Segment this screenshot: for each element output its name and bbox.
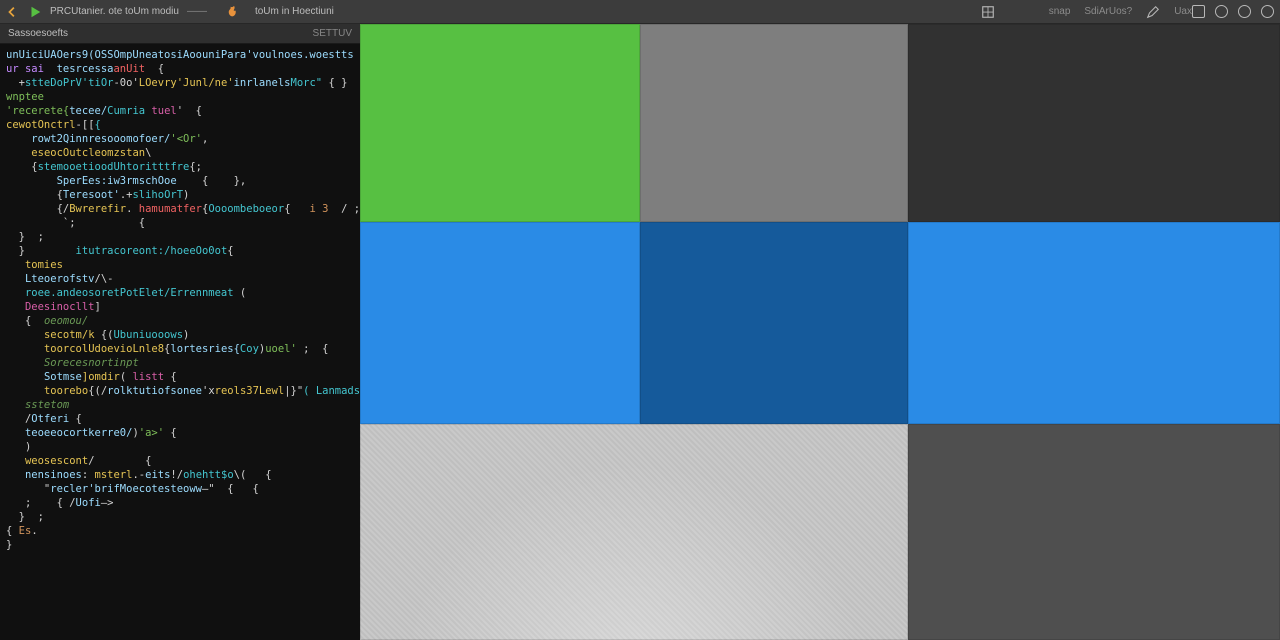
viewport-mid-left[interactable] (360, 222, 640, 424)
editor-tab-bar: Sassoesoefts SETTUV (0, 24, 360, 44)
back-arrow-icon[interactable] (6, 5, 20, 19)
code-editor-pane: Sassoesoefts SETTUV unUiciUAOers9(OSSOmp… (0, 24, 360, 640)
viewport-grid (360, 24, 1280, 640)
pencil-icon[interactable] (1146, 5, 1160, 19)
viewport-top-left[interactable] (360, 24, 640, 222)
viewport-bottom-left[interactable] (360, 424, 908, 640)
ring2-icon[interactable] (1238, 5, 1251, 18)
viewport-top-right[interactable] (908, 24, 1280, 222)
ring3-icon[interactable] (1261, 5, 1274, 18)
layout-dropdown-icon[interactable] (981, 5, 995, 19)
code-editor-body[interactable]: unUiciUAOers9(OSSOmpUneatosiAoouniPara'v… (0, 44, 360, 640)
project-title: PRCUtanier. ote toUm modiu (50, 6, 179, 17)
ring1-icon[interactable] (1215, 5, 1228, 18)
breadcrumb[interactable]: toUm in Hoectiuni (255, 6, 334, 17)
flame-icon[interactable] (227, 5, 241, 19)
snap-label[interactable]: snap (1049, 6, 1071, 17)
viewport-mid-center[interactable] (640, 222, 908, 424)
viewport-top-center[interactable] (640, 24, 908, 222)
editor-tab[interactable]: Sassoesoefts (8, 28, 68, 39)
viewport-bottom-right[interactable] (908, 424, 1280, 640)
main-toolbar: PRCUtanier. ote toUm modiu —— toUm in Ho… (0, 0, 1280, 24)
grid-label[interactable]: SdiArUos? (1084, 6, 1132, 17)
panel-toggle-icon[interactable] (1192, 5, 1205, 18)
mode-label: —— (187, 6, 207, 17)
play-icon[interactable] (28, 5, 42, 19)
viewport-mid-right[interactable] (908, 222, 1280, 424)
tool-label[interactable]: Uax (1174, 6, 1192, 17)
editor-tab-status: SETTUV (313, 28, 352, 39)
